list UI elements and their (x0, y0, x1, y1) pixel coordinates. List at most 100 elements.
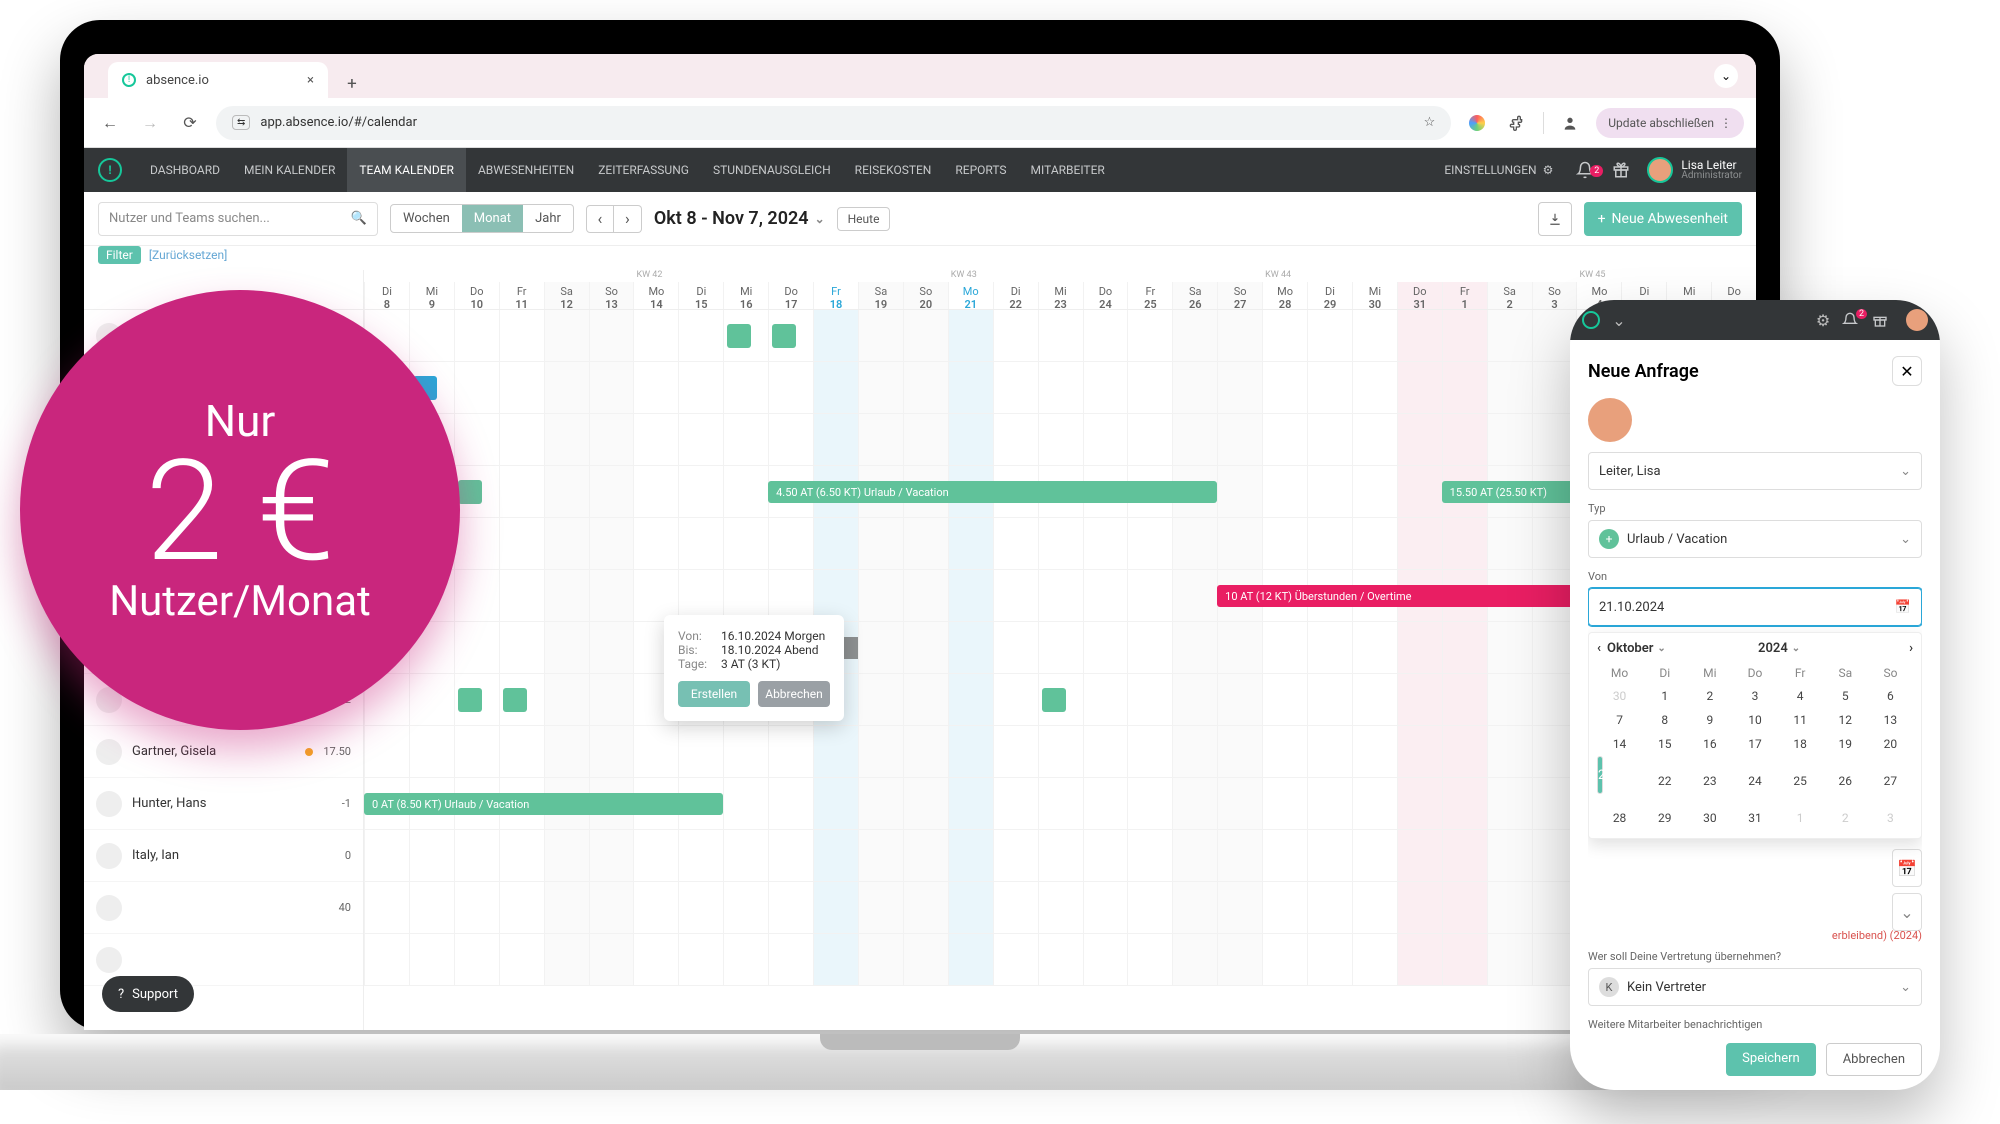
date-cell[interactable]: 16 (1687, 732, 1732, 756)
date-cell[interactable]: 31 (1732, 806, 1777, 830)
browser-tab[interactable]: ! absence.io × (108, 62, 328, 98)
save-button[interactable]: Speichern (1726, 1043, 1816, 1076)
date-cell[interactable]: 25 (1778, 756, 1823, 806)
download-button[interactable] (1538, 202, 1572, 236)
date-cell[interactable]: 1 (1642, 684, 1687, 708)
view-monat[interactable]: Monat (462, 205, 523, 232)
date-cell[interactable]: 30 (1597, 684, 1642, 708)
filter-reset[interactable]: [Zurücksetzen] (149, 248, 227, 262)
employee-row[interactable]: Gartner, Gisela17.50 (84, 726, 363, 778)
date-cell[interactable]: 2 (1823, 806, 1868, 830)
reload-icon[interactable]: ⟳ (176, 109, 204, 137)
employee-row[interactable]: Hunter, Hans-1 (84, 778, 363, 830)
bell-icon[interactable]: 2 (1569, 161, 1601, 179)
nav-zeiterfassung[interactable]: ZEITERFASSUNG (586, 148, 701, 192)
absence-bar[interactable]: 0 AT (8.50 KT) Urlaub / Vacation (364, 793, 723, 815)
address-bar[interactable]: ⇆ app.absence.io/#/calendar ☆ (216, 106, 1451, 140)
gift-icon[interactable] (1605, 161, 1637, 179)
date-cell[interactable]: 8 (1642, 708, 1687, 732)
date-cell[interactable]: 14 (1597, 732, 1642, 756)
view-switcher[interactable]: WochenMonatJahr (390, 204, 574, 233)
absence-block[interactable] (503, 688, 527, 712)
absence-block[interactable] (772, 324, 796, 348)
date-cell[interactable]: 18 (1778, 732, 1823, 756)
calendar-icon[interactable]: 📅 (1892, 849, 1922, 887)
view-wochen[interactable]: Wochen (391, 205, 462, 232)
new-absence-button[interactable]: + Neue Abwesenheit (1584, 202, 1742, 236)
app-logo[interactable]: ! (98, 158, 122, 182)
support-fab[interactable]: ? Support (102, 976, 194, 1012)
bell-icon[interactable]: 2 (1842, 312, 1864, 328)
date-rangeためpicker[interactable]: Okt 8 - Nov 7, 2024 ⌄ (654, 208, 825, 229)
cancel-button[interactable]: Abbrechen (1826, 1043, 1922, 1076)
nav-stundenausgleich[interactable]: STUNDENAUSGLEICH (701, 148, 843, 192)
forward-icon[interactable]: → (136, 109, 164, 137)
date-cell[interactable]: 27 (1868, 756, 1913, 806)
date-cell[interactable]: 12 (1823, 708, 1868, 732)
extensions-icon[interactable] (1503, 109, 1531, 137)
nav-reisekosten[interactable]: REISEKOSTEN (843, 148, 944, 192)
view-jahr[interactable]: Jahr (523, 205, 573, 232)
date-cell[interactable]: 30 (1687, 806, 1732, 830)
nav-team-kalender[interactable]: TEAM KALENDER (347, 148, 466, 192)
employee-select[interactable]: Leiter, Lisa ⌄ (1588, 452, 1922, 490)
employee-row[interactable]: 40 (84, 882, 363, 934)
absence-block[interactable] (1042, 688, 1066, 712)
nav-mitarbeiter[interactable]: MITARBEITER (1019, 148, 1117, 192)
date-cell[interactable]: 9 (1687, 708, 1732, 732)
mobile-logo[interactable] (1582, 311, 1600, 329)
from-date-input[interactable]: 21.10.2024 📅 (1588, 588, 1922, 626)
ext-icon-1[interactable] (1463, 109, 1491, 137)
date-cell[interactable]: 28 (1597, 806, 1642, 830)
avatar[interactable] (1906, 309, 1928, 331)
type-select[interactable]: + Urlaub / Vacation ⌄ (1588, 520, 1922, 558)
prev-period-button[interactable]: ‹ (586, 205, 614, 233)
absence-block[interactable] (727, 324, 751, 348)
back-icon[interactable]: ← (96, 109, 124, 137)
date-cell[interactable]: 13 (1868, 708, 1913, 732)
date-cell[interactable]: 19 (1823, 732, 1868, 756)
prev-month-button[interactable]: ‹ (1597, 641, 1601, 656)
employee-row[interactable]: Italy, Ian0 (84, 830, 363, 882)
new-tab-button[interactable]: + (338, 70, 366, 98)
search-input[interactable]: Nutzer und Teams suchen... 🔍 (98, 202, 378, 236)
tooltip-cancel-button[interactable]: Abbrechen (758, 681, 830, 707)
close-tab-icon[interactable]: × (307, 73, 314, 88)
chevron-down-icon[interactable]: ⌄ (1892, 893, 1922, 931)
date-cell[interactable]: 1 (1778, 806, 1823, 830)
date-cell[interactable]: 24 (1732, 756, 1777, 806)
user-menu[interactable]: Lisa Leiter Administrator (1647, 157, 1742, 183)
date-cell[interactable]: 11 (1778, 708, 1823, 732)
date-cell[interactable]: 26 (1823, 756, 1868, 806)
close-button[interactable]: ✕ (1892, 356, 1922, 386)
date-cell[interactable]: 2 (1687, 684, 1732, 708)
nav-abwesenheiten[interactable]: ABWESENHEITEN (466, 148, 586, 192)
filter-chip[interactable]: Filter (98, 246, 141, 264)
next-month-button[interactable]: › (1909, 641, 1913, 656)
date-cell[interactable]: 22 (1642, 756, 1687, 806)
bookmark-icon[interactable]: ☆ (1424, 115, 1436, 130)
tab-dropdown[interactable]: ⌄ (1714, 64, 1738, 88)
site-info-icon[interactable]: ⇆ (232, 115, 250, 130)
date-cell[interactable]: 5 (1823, 684, 1868, 708)
date-cell[interactable]: 4 (1778, 684, 1823, 708)
next-period-button[interactable]: › (614, 205, 642, 233)
substitute-select[interactable]: K Kein Vertreter ⌄ (1588, 968, 1922, 1006)
absence-bar[interactable]: 4.50 AT (6.50 KT) Urlaub / Vacation (768, 481, 1217, 503)
date-cell[interactable]: 6 (1868, 684, 1913, 708)
update-button[interactable]: Update abschließen ⋮ (1596, 108, 1744, 138)
nav-dashboard[interactable]: DASHBOARD (138, 148, 232, 192)
nav-settings[interactable]: EINSTELLUNGEN ⚙ (1432, 148, 1565, 192)
gift-icon[interactable] (1872, 312, 1894, 328)
date-cell[interactable]: 3 (1868, 806, 1913, 830)
profile-icon[interactable] (1556, 109, 1584, 137)
tooltip-create-button[interactable]: Erstellen (678, 681, 750, 707)
date-cell[interactable]: 15 (1642, 732, 1687, 756)
nav-mein-kalender[interactable]: MEIN KALENDER (232, 148, 347, 192)
date-cell[interactable]: 21 (1597, 756, 1603, 794)
today-button[interactable]: Heute (837, 207, 891, 231)
date-cell[interactable]: 20 (1868, 732, 1913, 756)
absence-block[interactable] (458, 480, 482, 504)
date-cell[interactable]: 23 (1687, 756, 1732, 806)
chevron-down-icon[interactable]: ⌄ (1608, 311, 1630, 330)
